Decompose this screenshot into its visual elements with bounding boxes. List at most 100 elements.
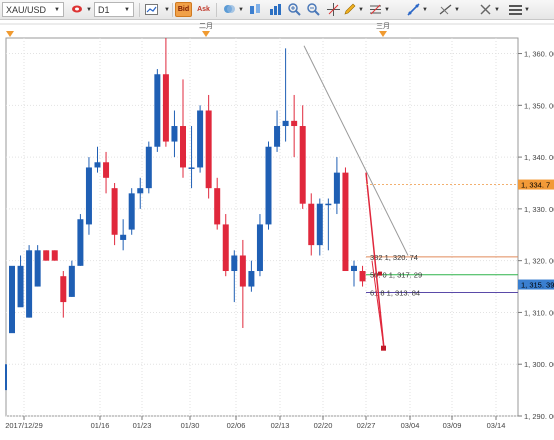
candle-body [248, 271, 255, 287]
chevron-down-icon: ▼ [384, 6, 390, 13]
candle [77, 214, 84, 266]
candle-body [171, 126, 178, 142]
zoom-in-icon[interactable] [287, 2, 302, 17]
price-chart[interactable]: 1, 360. 00 1, 350. 00 1, 340. 00 1, 330. 00… [0, 20, 554, 438]
candle-body [325, 203, 332, 206]
fibonacci-icon[interactable] [368, 2, 383, 17]
candle-body [103, 162, 110, 178]
line-chart-icon[interactable] [268, 2, 283, 17]
y-tick-label: 1, 320. 00 [524, 257, 554, 266]
candlestick-icon[interactable] [248, 2, 263, 17]
candle-body [256, 224, 263, 272]
x-tick-label: 03/04 [401, 421, 420, 430]
chevron-down-icon: ▼ [358, 6, 364, 13]
x-tick-label: 2017/12/29 [5, 421, 43, 430]
candle [85, 157, 92, 235]
trend-line-caret[interactable]: ▼ [420, 2, 428, 17]
chart-area[interactable]: 1, 360. 00 1, 350. 00 1, 340. 00 1, 330. 00… [0, 20, 554, 438]
symbol-value: XAU/USD [6, 4, 47, 15]
candle-body [51, 250, 58, 261]
x-tick-label: 01/16 [91, 421, 110, 430]
chevron-down-icon: ▼ [422, 6, 428, 13]
crosshair-icon[interactable] [326, 2, 341, 17]
candle-body [282, 120, 289, 127]
candle-body [120, 234, 127, 240]
tools-icon[interactable] [478, 2, 493, 17]
y-tick-label: 1, 340. 00 [524, 153, 554, 162]
candle-body [34, 250, 41, 287]
y-tick-label: 1, 330. 00 [524, 205, 554, 214]
candle-body [26, 250, 33, 318]
chart-type-icon[interactable] [70, 2, 85, 17]
fib-anchor-handle [378, 271, 382, 276]
candle-body [265, 146, 272, 225]
fib-level-label: 50. 0 1, 317. 29 [370, 271, 422, 280]
x-tick-label: 03/09 [443, 421, 462, 430]
bar-chart-icon[interactable] [222, 2, 237, 17]
y-tick-label: 1, 290. 00 [524, 412, 554, 421]
candle [342, 167, 349, 272]
candle-body [68, 265, 75, 297]
candle-body [351, 265, 357, 272]
x-tick-label: 03/14 [487, 421, 506, 430]
month-marker-icon [202, 31, 210, 37]
candle [9, 265, 15, 334]
symbol-select[interactable]: XAU/USD ▼ [2, 2, 64, 17]
menu-caret[interactable]: ▼ [522, 2, 530, 17]
candle-body [274, 126, 281, 147]
tools-caret[interactable]: ▼ [492, 2, 500, 17]
chevron-down-icon: ▼ [124, 6, 130, 13]
line-style-caret[interactable]: ▼ [162, 2, 170, 17]
x-tick-label: 02/27 [357, 421, 376, 430]
candle-body [43, 250, 50, 261]
month-marker-icon [379, 31, 387, 37]
y-tick-label: 1, 350. 00 [524, 101, 554, 110]
pencil-caret[interactable]: ▼ [356, 2, 364, 17]
menu-icon[interactable] [508, 2, 523, 17]
candle-body [188, 167, 195, 169]
candle-body [342, 172, 349, 272]
timeframe-select[interactable]: D1 ▼ [94, 2, 134, 17]
line-style-icon[interactable] [144, 2, 162, 17]
zoom-out-icon[interactable] [306, 2, 321, 17]
candle [34, 245, 41, 287]
candle-body [359, 271, 366, 282]
candle-body [316, 203, 323, 246]
bid-button[interactable]: Bid [175, 2, 192, 17]
fib-anchor-handle [381, 345, 386, 351]
x-tick-label: 01/23 [133, 421, 152, 430]
candle-body [197, 110, 204, 168]
candle-body [17, 265, 24, 308]
candle-body [205, 110, 212, 189]
bar-chart-caret[interactable]: ▼ [236, 2, 244, 17]
x-tick-label: 02/13 [271, 421, 290, 430]
ask-button[interactable]: Ask [195, 2, 212, 17]
trend-line-icon[interactable] [406, 2, 421, 17]
ray-caret[interactable]: ▼ [452, 2, 460, 17]
x-tick-label: 02/20 [314, 421, 333, 430]
fibonacci-caret[interactable]: ▼ [382, 2, 390, 17]
candle-body [85, 167, 92, 225]
chevron-down-icon: ▼ [86, 6, 92, 13]
candle-body [214, 188, 221, 225]
chevron-down-icon: ▼ [494, 6, 500, 13]
chevron-down-icon: ▼ [54, 6, 60, 13]
blue-price-tag: 1, 315. 39 [521, 281, 554, 290]
current-price-tag: 1, 334. 7 [521, 181, 550, 190]
timeframe-value: D1 [98, 4, 110, 15]
candle-body [222, 224, 229, 272]
candle-body [180, 126, 186, 168]
pencil-icon[interactable] [342, 2, 357, 17]
chart-type-caret[interactable]: ▼ [84, 2, 92, 17]
candle-body [239, 255, 246, 287]
candle-body [162, 74, 169, 142]
y-tick-label: 1, 300. 00 [524, 360, 554, 369]
chevron-down-icon: ▼ [164, 6, 170, 13]
candle [265, 141, 272, 230]
chevron-down-icon: ▼ [454, 6, 460, 13]
candle-body [154, 74, 161, 147]
bid-label: Bid [177, 6, 190, 13]
ray-icon[interactable] [438, 2, 453, 17]
month-label: 三月 [376, 22, 390, 30]
y-tick-label: 1, 310. 00 [524, 308, 554, 317]
